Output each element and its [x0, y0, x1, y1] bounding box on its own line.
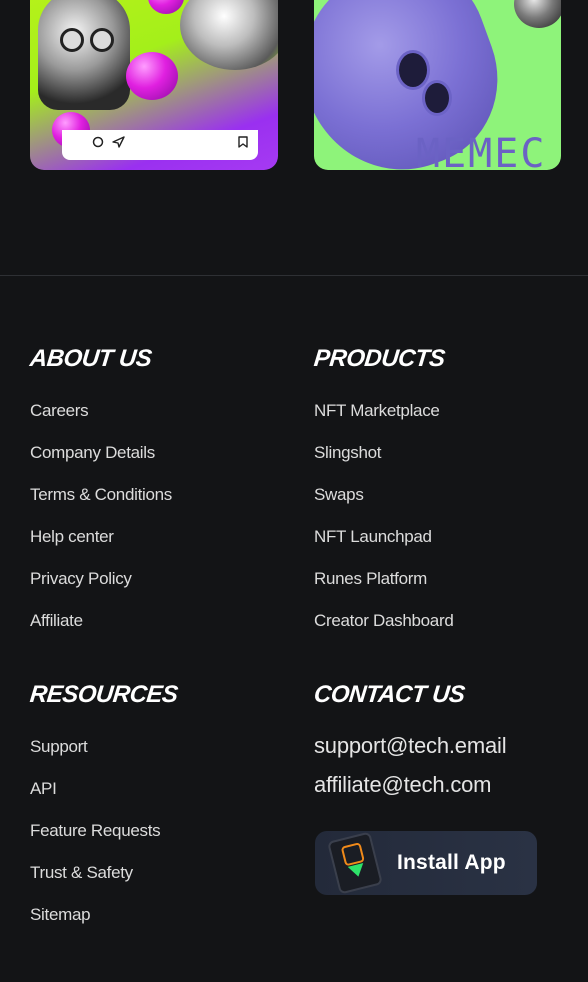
footer-divider [0, 275, 588, 276]
rocket-window [422, 80, 452, 116]
footer-page: MEMEC ABOUT US Careers Company Details T… [0, 0, 588, 982]
about-us-heading: ABOUT US [28, 345, 153, 372]
footer-link-privacy-policy[interactable]: Privacy Policy [30, 568, 172, 610]
app-download-icon [327, 831, 383, 895]
resources-heading: RESOURCES [28, 681, 180, 708]
footer-link-slingshot[interactable]: Slingshot [314, 442, 453, 484]
send-icon [112, 136, 125, 151]
cat-illustration [38, 0, 130, 110]
footer-link-runes-platform[interactable]: Runes Platform [314, 568, 453, 610]
heart-illustration [126, 52, 178, 100]
products-heading: PRODUCTS [312, 345, 447, 372]
card-caption: MEMEC [416, 131, 547, 170]
footer-link-nft-marketplace[interactable]: NFT Marketplace [314, 400, 453, 442]
footer-link-swaps[interactable]: Swaps [314, 484, 453, 526]
chrome-ball-illustration [514, 0, 561, 28]
products-section: PRODUCTS NFT Marketplace Slingshot Swaps… [312, 344, 454, 652]
products-links: NFT Marketplace Slingshot Swaps NFT Laun… [314, 400, 454, 652]
footer-link-api[interactable]: API [30, 778, 178, 820]
footer-link-support[interactable]: Support [30, 736, 178, 778]
footer-link-creator-dashboard[interactable]: Creator Dashboard [314, 610, 454, 652]
featured-card-left[interactable] [30, 0, 278, 170]
footer-link-feature-requests[interactable]: Feature Requests [30, 820, 178, 862]
chrome-blob-illustration [180, 0, 278, 70]
heart-illustration [148, 0, 184, 14]
footer-link-help-center[interactable]: Help center [30, 526, 172, 568]
cat-eye-left [60, 28, 84, 52]
featured-card-right[interactable]: MEMEC [314, 0, 561, 170]
install-app-button[interactable]: Install App [315, 831, 537, 895]
resources-links: Support API Feature Requests Trust & Saf… [30, 736, 178, 946]
download-arrow-icon [347, 863, 367, 879]
contact-us-section: CONTACT US support@tech.email affiliate@… [312, 680, 507, 811]
install-app-label: Install App [397, 851, 506, 874]
about-us-links: Careers Company Details Terms & Conditio… [30, 400, 172, 652]
contact-us-heading: CONTACT US [312, 681, 467, 708]
rocket-window [396, 50, 430, 90]
footer-link-trust-safety[interactable]: Trust & Safety [30, 862, 178, 904]
contact-emails: support@tech.email affiliate@tech.com [314, 733, 507, 811]
footer-link-careers[interactable]: Careers [30, 400, 172, 442]
affiliate-email-link[interactable]: affiliate@tech.com [314, 772, 506, 811]
support-email-link[interactable]: support@tech.email [314, 733, 507, 772]
footer-link-terms[interactable]: Terms & Conditions [30, 484, 172, 526]
footer-link-company-details[interactable]: Company Details [30, 442, 172, 484]
footer-link-sitemap[interactable]: Sitemap [30, 904, 178, 946]
about-us-section: ABOUT US Careers Company Details Terms &… [28, 344, 173, 652]
resources-section: RESOURCES Support API Feature Requests T… [28, 680, 180, 946]
cat-eye-right [90, 28, 114, 52]
comment-icon [92, 136, 104, 151]
bookmark-icon [238, 136, 248, 151]
footer-link-nft-launchpad[interactable]: NFT Launchpad [314, 526, 453, 568]
footer-link-affiliate[interactable]: Affiliate [30, 610, 172, 652]
